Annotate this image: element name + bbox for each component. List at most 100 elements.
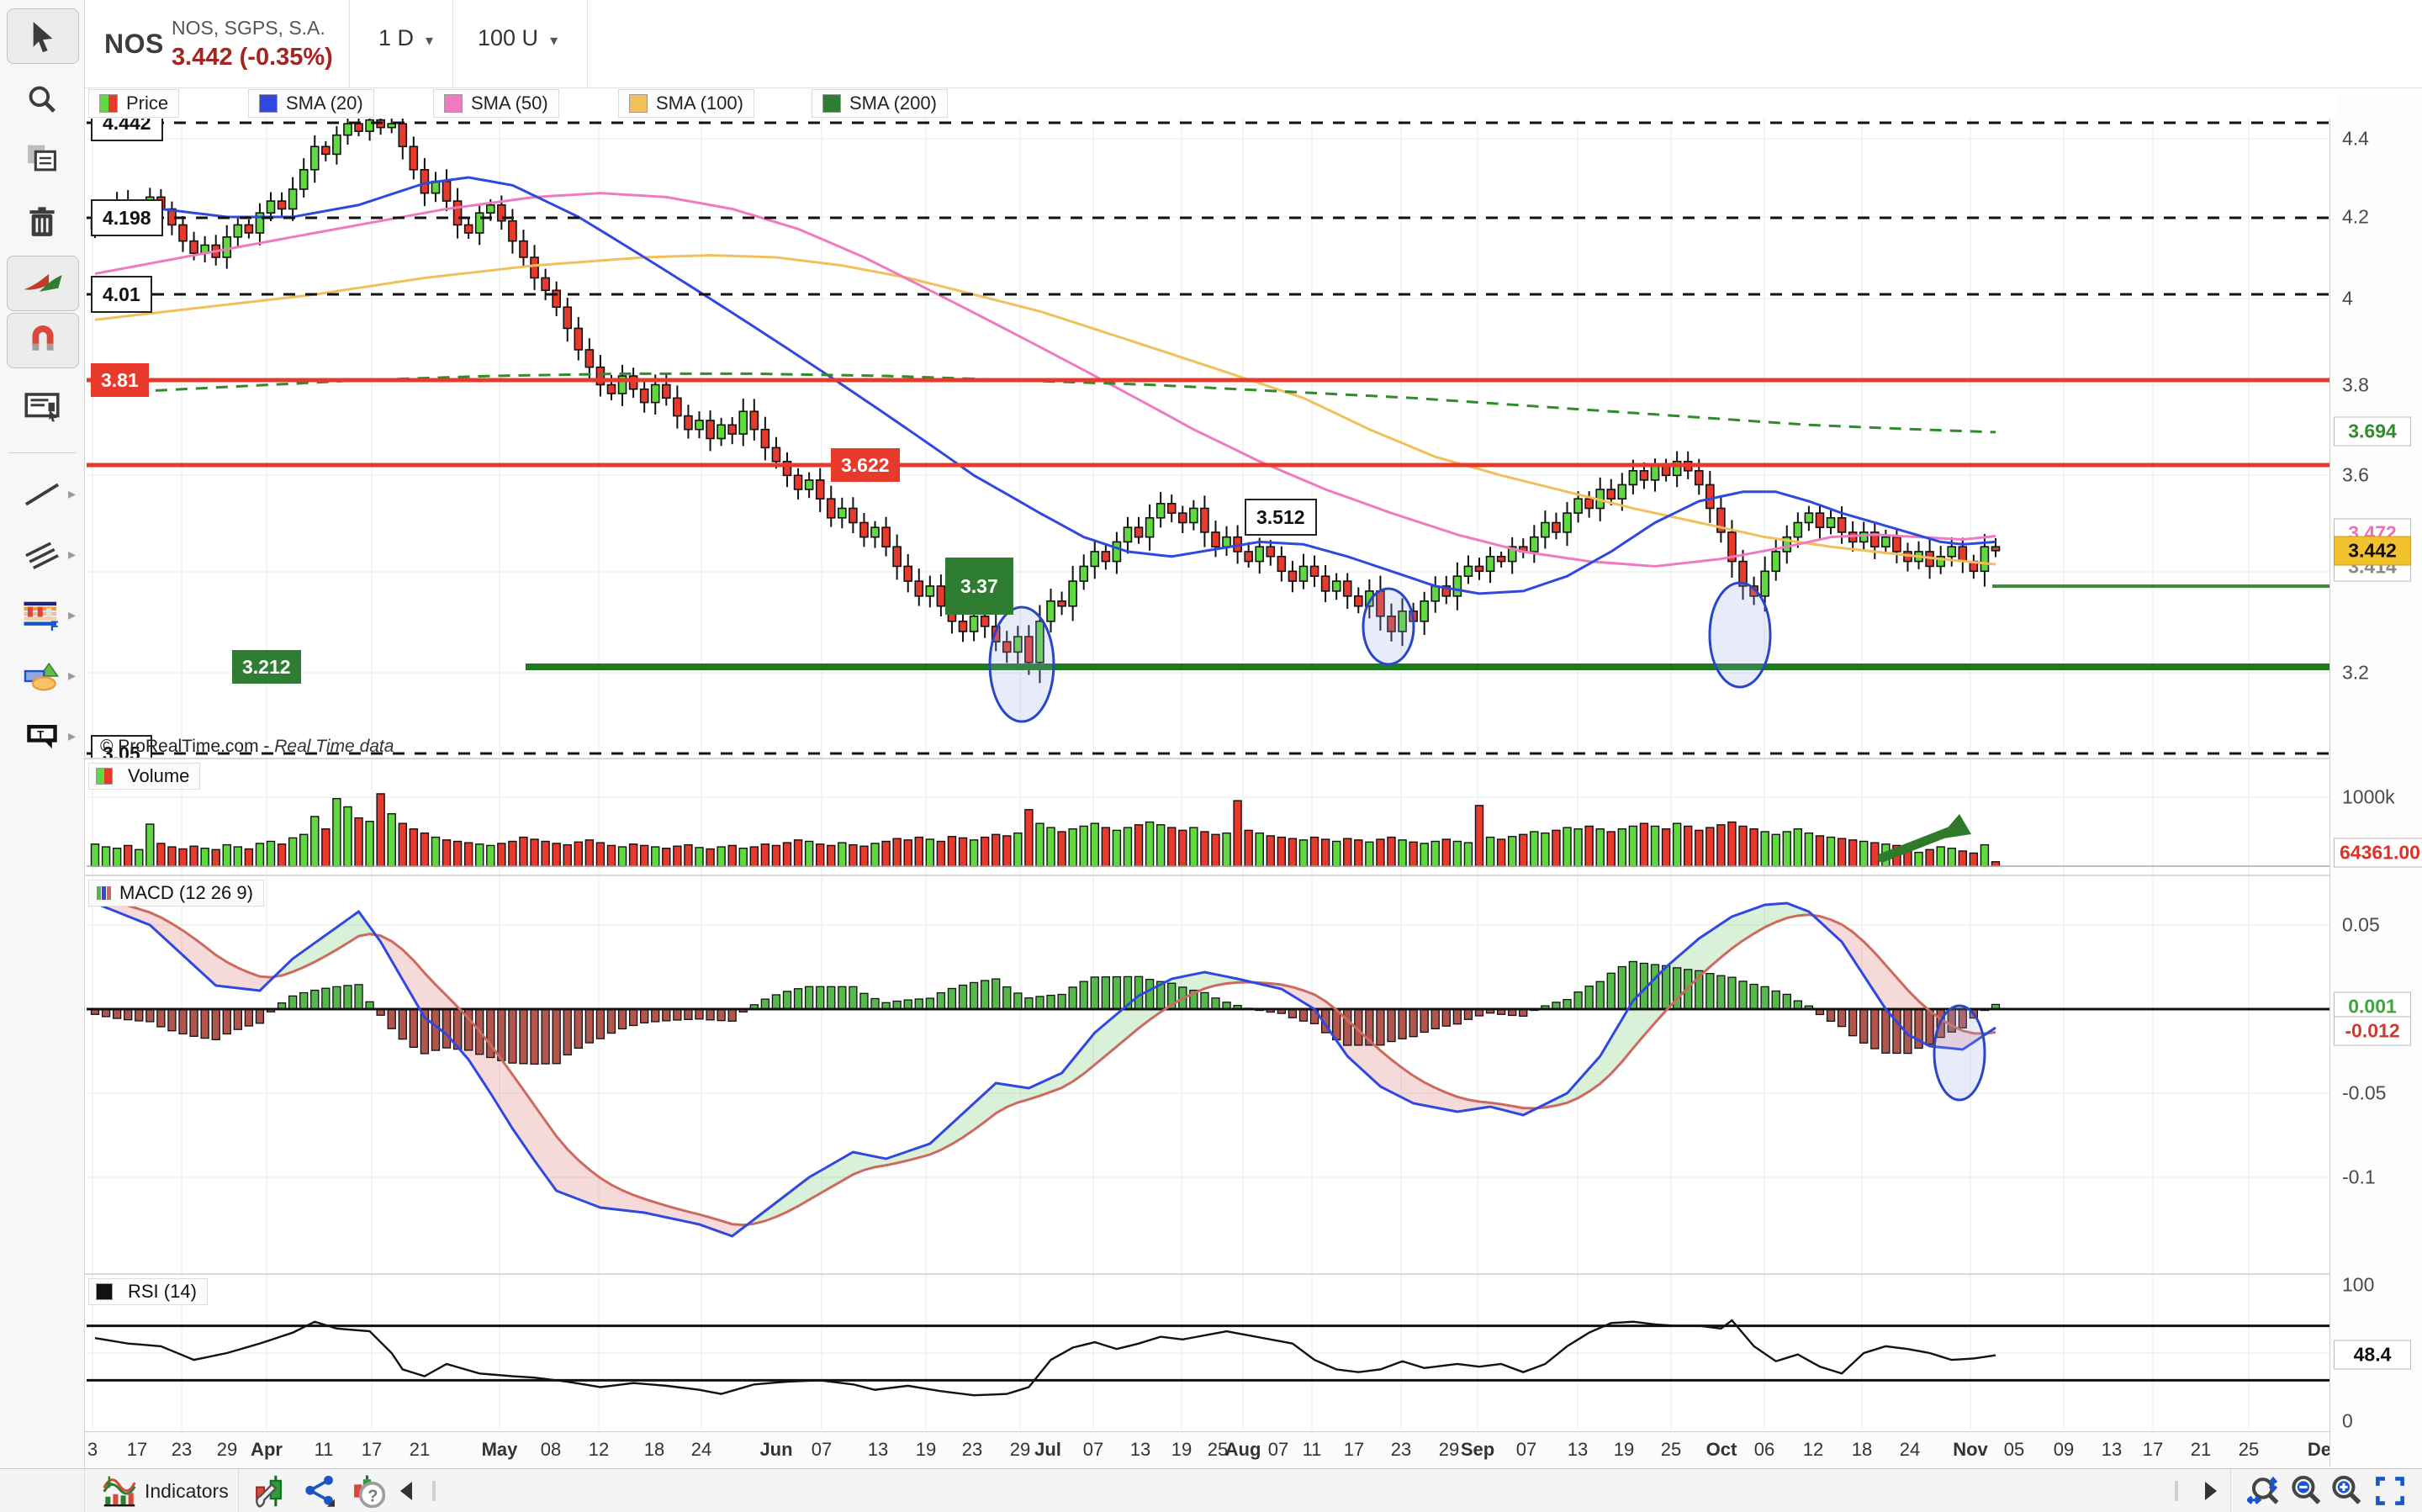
parallel-lines-icon [24,541,61,569]
units-dropdown[interactable]: 100 U▾ [478,25,558,51]
price-axis-tick: 4.2 [2342,206,2369,229]
date-tick: 17 [362,1439,382,1461]
scroll-right-button[interactable] [2193,1472,2229,1509]
panel-separator[interactable] [0,875,2422,876]
macd-swatch-icon [96,885,113,901]
panel-separator[interactable] [0,758,2422,759]
price-level-label[interactable]: 4.442 [91,119,163,141]
legend-chip-price[interactable]: Price [88,89,179,118]
indicators-button[interactable]: Indicators [94,1472,237,1509]
chevron-down-icon: ▾ [550,32,558,49]
price-axis-tick: 3.6 [2342,464,2369,487]
date-tick: 19 [916,1439,936,1461]
footer-separator [238,1469,239,1512]
legend-chip-sma-200[interactable]: SMA (200) [812,89,948,118]
date-tick: 18 [644,1439,664,1461]
date-tick: 07 [1268,1439,1288,1461]
drawing-toolbar: ▸ ▸ F ▸ ▸ T ▸ [0,0,85,1468]
volume-canvas[interactable] [87,759,2329,875]
fullscreen-button[interactable] [2365,1472,2415,1509]
submenu-arrow-icon: ▸ [68,546,76,563]
price-level-label[interactable]: 3.212 [232,650,301,684]
date-tick: 09 [2054,1439,2074,1461]
rsi-canvas[interactable] [87,1275,2329,1430]
timeframe-dropdown[interactable]: 1 D▾ [378,25,433,51]
date-tick: Jul [1034,1439,1061,1461]
volume-legend-chip[interactable]: Volume [88,763,200,790]
date-axis[interactable]: 3172329Apr111721May08121824Jun0713192329… [0,1431,2422,1470]
price-level-label[interactable]: 3.81 [91,363,149,397]
magnet-tool-button[interactable] [7,313,79,368]
legend-chip-sma-100[interactable]: SMA (100) [618,89,754,118]
date-tick: 29 [1010,1439,1030,1461]
legend-chip-sma-20[interactable]: SMA (20) [248,89,374,118]
help-button[interactable]: ? [343,1472,394,1509]
date-tick: Jun [759,1439,792,1461]
price-level-label[interactable]: 3.37 [945,558,1013,615]
price-level-label[interactable]: 4.01 [91,276,152,313]
copy-icon [25,142,59,174]
chart-settings-button[interactable] [246,1472,294,1509]
macd-panel[interactable]: MACD (12 26 9) [87,876,2329,1273]
price-axis-tick: 4.4 [2342,128,2369,151]
price-chart-panel[interactable]: 4.4424.1984.013.813.6223.5123.373.2123.0… [87,119,2329,758]
date-tick: Aug [1225,1439,1261,1461]
legend-swatch-icon [444,94,463,113]
date-tick: 11 [1303,1439,1322,1461]
date-tick: 13 [1568,1439,1588,1461]
shapes-tool-button[interactable]: ▸ [7,649,77,703]
note-tool-button[interactable] [7,380,77,434]
date-tick: Apr [251,1439,283,1461]
rsi-axis-tick: 0 [2342,1410,2353,1433]
zoom-tool-button[interactable] [7,72,77,126]
panel-separator[interactable] [0,1273,2422,1275]
date-tick: 17 [2143,1439,2163,1461]
legend-swatch-icon [822,94,841,113]
date-tick: 19 [1171,1439,1192,1461]
legend-chip-sma-50[interactable]: SMA (50) [433,89,559,118]
zoom-in-button[interactable] [2321,1472,2372,1509]
delete-tool-button[interactable] [7,195,77,249]
macd-legend-chip[interactable]: MACD (12 26 9) [88,880,264,907]
copy-tool-button[interactable] [7,131,77,185]
price-chart-canvas[interactable] [87,119,2329,758]
price-level-label[interactable]: 3.512 [1245,499,1317,536]
scroll-left-button[interactable] [389,1472,424,1509]
date-tick: 11 [315,1439,334,1461]
fullscreen-icon [2373,1474,2407,1508]
indicator-value-box: 3.694 [2334,417,2411,447]
search-icon [26,83,58,115]
chart-style-tool-button[interactable] [7,256,79,311]
zoom-out-icon [2289,1474,2323,1508]
legend-label: SMA (200) [849,93,937,114]
date-tick: 25 [1661,1439,1681,1461]
date-tick: 19 [1614,1439,1634,1461]
rsi-panel[interactable]: RSI (14) [87,1275,2329,1430]
text-tool-button[interactable]: T ▸ [7,710,77,764]
scrollbar-thumb[interactable] [432,1481,436,1501]
rsi-legend-chip[interactable]: RSI (14) [88,1278,208,1305]
magnet-icon [27,325,59,356]
date-tick: 13 [868,1439,888,1461]
rsi-axis-tick: 100 [2342,1274,2374,1297]
parallel-lines-tool-button[interactable]: ▸ [7,528,77,582]
volume-panel[interactable]: Volume [87,759,2329,875]
price-level-label[interactable]: 4.198 [91,199,163,236]
trendline-tool-button[interactable]: ▸ [7,468,77,521]
cursor-icon [29,19,57,53]
fibonacci-tool-button[interactable]: F ▸ [7,589,77,642]
share-button[interactable] [296,1472,343,1509]
price-axis-column[interactable]: 4.44.243.83.63.21000k0.05-0.05-0.110003.… [2329,87,2422,1467]
scrollbar-thumb[interactable] [2175,1481,2178,1501]
cursor-tool-button[interactable] [7,8,79,64]
chevron-down-icon: ▾ [426,32,433,49]
legend-swatch-icon [629,94,648,113]
date-tick: 12 [589,1439,609,1461]
macd-canvas[interactable] [87,876,2329,1273]
date-tick: 17 [127,1439,147,1461]
rsi-value-box: 48.4 [2334,1340,2411,1370]
legend-swatch-icon [259,94,278,113]
price-level-label[interactable]: 3.622 [831,448,900,482]
arrow-left-icon [397,1480,415,1502]
toolbar-divider [8,452,76,453]
